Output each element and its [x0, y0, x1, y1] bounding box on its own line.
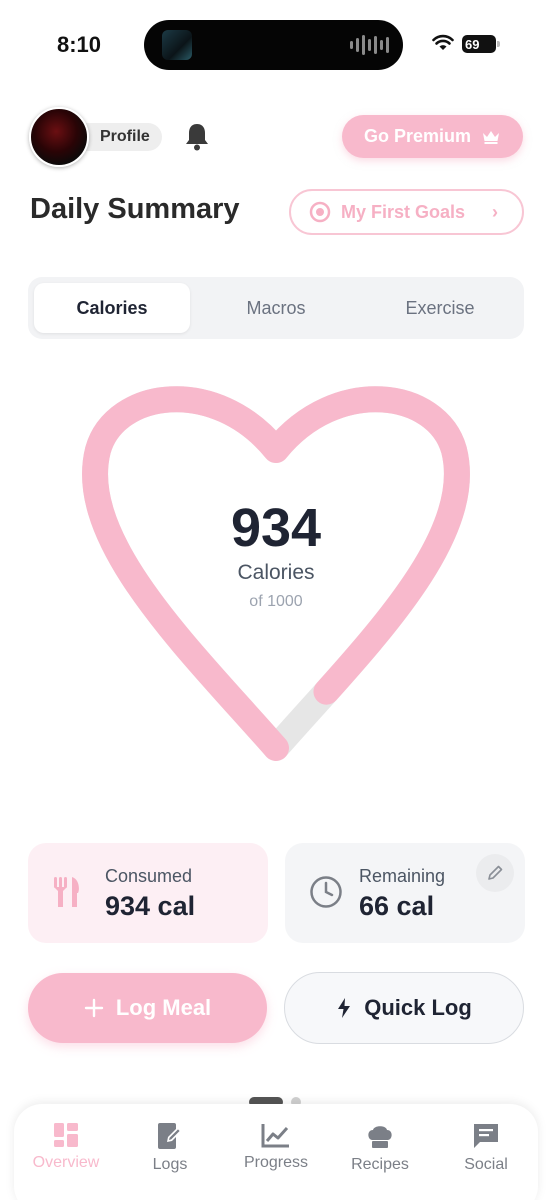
lightning-icon [338, 998, 351, 1018]
calories-value: 934 [230, 498, 322, 558]
nav-recipes[interactable]: Recipes [328, 1122, 432, 1174]
nav-logs[interactable]: Logs [118, 1122, 222, 1174]
nav-overview[interactable]: Overview [14, 1122, 118, 1172]
nav-label: Logs [152, 1156, 188, 1173]
quick-log-label: Quick Log [364, 995, 472, 1020]
quick-log-button[interactable]: Quick Log [284, 972, 524, 1044]
nav-label: Overview [32, 1154, 100, 1171]
edit-goal-button[interactable] [476, 854, 514, 892]
page-title: Daily Summary [30, 193, 240, 225]
bottom-tab-bar: Overview Logs Progress Recipes Social [14, 1104, 538, 1200]
tab-macros[interactable]: Macros [198, 283, 354, 333]
premium-label: Go Premium [363, 126, 472, 146]
consumed-label: Consumed [105, 866, 193, 886]
target-icon [309, 201, 331, 223]
nav-label: Progress [243, 1154, 309, 1171]
wifi-icon [432, 34, 454, 50]
go-premium-button[interactable]: Go Premium [342, 115, 523, 158]
log-meal-button[interactable]: Log Meal [28, 973, 267, 1043]
consumed-card: Consumed 934 cal [28, 843, 268, 943]
journal-edit-icon [158, 1123, 182, 1149]
tab-calories[interactable]: Calories [34, 283, 190, 333]
utensils-icon [54, 877, 79, 907]
chat-icon [474, 1124, 498, 1148]
pencil-icon [488, 865, 503, 880]
calories-label: Calories [237, 561, 315, 584]
remaining-card: Remaining 66 cal [285, 843, 525, 943]
dashboard-icon [54, 1123, 78, 1147]
nav-label: Recipes [351, 1156, 409, 1173]
now-playing-artwork [162, 30, 192, 60]
dynamic-island [144, 20, 403, 70]
avatar[interactable] [29, 107, 89, 167]
remaining-value: 66 cal [359, 891, 435, 921]
status-time: 8:10 [57, 32, 102, 57]
nav-social[interactable]: Social [434, 1122, 538, 1174]
goals-label: My First Goals [341, 201, 466, 222]
summary-tabs: Calories Macros Exercise [28, 277, 524, 339]
plus-icon [84, 998, 104, 1018]
chart-icon [261, 1124, 289, 1148]
audio-wave-icon [350, 34, 389, 56]
battery-indicator: 69 [462, 35, 500, 53]
calories-goal: of 1000 [249, 593, 303, 610]
clock-icon [310, 876, 342, 908]
chef-hat-icon [368, 1126, 392, 1148]
chevron-right-icon: › [492, 202, 498, 222]
tab-exercise[interactable]: Exercise [362, 283, 518, 333]
consumed-value: 934 cal [105, 891, 196, 921]
nav-label: Social [464, 1156, 508, 1173]
bell-icon[interactable] [184, 122, 210, 152]
my-first-goals-button[interactable]: My First Goals › [289, 189, 524, 235]
remaining-label: Remaining [359, 866, 446, 886]
log-meal-label: Log Meal [115, 995, 212, 1020]
crown-icon [483, 130, 500, 144]
nav-progress[interactable]: Progress [224, 1122, 328, 1172]
